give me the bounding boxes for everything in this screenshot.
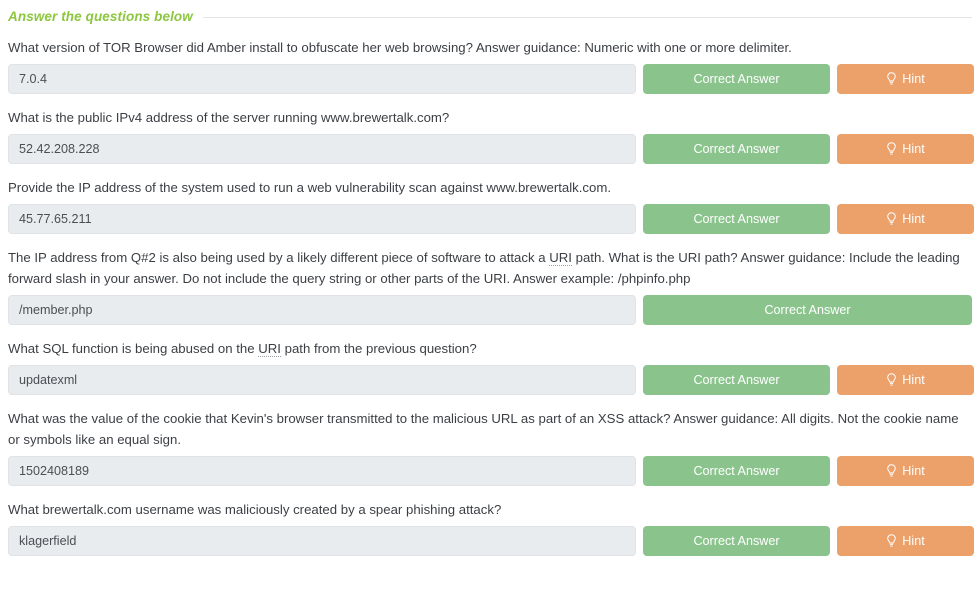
question-block-q3: Provide the IP address of the system use…: [8, 168, 974, 234]
question-prompt: What SQL function is being abused on the…: [8, 341, 477, 357]
correct-answer-label: Correct Answer: [693, 463, 780, 478]
correct-answer-label: Correct Answer: [693, 533, 780, 548]
question-block-q2: What is the public IPv4 address of the s…: [8, 98, 974, 164]
correct-answer-label: Correct Answer: [693, 71, 780, 86]
answer-input[interactable]: 1502408189: [8, 456, 636, 486]
section-legend-label: Answer the questions below: [8, 9, 193, 24]
question-prompt: What is the public IPv4 address of the s…: [8, 110, 450, 125]
answer-row: /member.php Correct Answer: [8, 295, 972, 325]
correct-answer-label: Correct Answer: [693, 141, 780, 156]
hint-button[interactable]: Hint: [837, 134, 974, 164]
correct-answer-label: Correct Answer: [764, 302, 851, 317]
hint-label: Hint: [902, 71, 925, 86]
answer-input[interactable]: updatexml: [8, 365, 636, 395]
hint-button[interactable]: Hint: [837, 204, 974, 234]
hint-label: Hint: [902, 533, 925, 548]
correct-answer-button[interactable]: Correct Answer: [643, 526, 830, 556]
question-prompt: What was the value of the cookie that Ke…: [8, 411, 959, 447]
answer-input[interactable]: /member.php: [8, 295, 636, 325]
answer-row: klagerfield Correct Answer Hint: [8, 526, 974, 556]
answer-input[interactable]: 7.0.4: [8, 64, 636, 94]
correct-answer-button[interactable]: Correct Answer: [643, 456, 830, 486]
correct-answer-label: Correct Answer: [693, 211, 780, 226]
lightbulb-icon: [886, 72, 897, 86]
question-block-q7: What brewertalk.com username was malicio…: [8, 490, 974, 556]
section-legend: Answer the questions below: [8, 0, 972, 28]
answer-row: 52.42.208.228 Correct Answer Hint: [8, 134, 974, 164]
answer-input[interactable]: klagerfield: [8, 526, 636, 556]
answer-row: updatexml Correct Answer Hint: [8, 365, 974, 395]
answer-input[interactable]: 52.42.208.228: [8, 134, 636, 164]
questions-container: What version of TOR Browser did Amber in…: [8, 28, 974, 556]
hint-label: Hint: [902, 463, 925, 478]
question-block-q1: What version of TOR Browser did Amber in…: [8, 28, 974, 94]
correct-answer-button[interactable]: Correct Answer: [643, 204, 830, 234]
hint-button[interactable]: Hint: [837, 456, 974, 486]
question-block-q6: What was the value of the cookie that Ke…: [8, 399, 974, 486]
correct-answer-button[interactable]: Correct Answer: [643, 64, 830, 94]
hint-label: Hint: [902, 141, 925, 156]
correct-answer-button[interactable]: Correct Answer: [643, 365, 830, 395]
answer-row: 45.77.65.211 Correct Answer Hint: [8, 204, 974, 234]
answer-row: 7.0.4 Correct Answer Hint: [8, 64, 974, 94]
quiz-form: Answer the questions below What version …: [0, 0, 980, 556]
question-prompt: The IP address from Q#2 is also being us…: [8, 250, 960, 286]
hint-label: Hint: [902, 211, 925, 226]
hint-button[interactable]: Hint: [837, 64, 974, 94]
question-block-q4: The IP address from Q#2 is also being us…: [8, 238, 972, 325]
question-prompt: What version of TOR Browser did Amber in…: [8, 40, 792, 55]
answer-row: 1502408189 Correct Answer Hint: [8, 456, 974, 486]
lightbulb-icon: [886, 464, 897, 478]
question-prompt: Provide the IP address of the system use…: [8, 180, 612, 195]
answer-input[interactable]: 45.77.65.211: [8, 204, 636, 234]
lightbulb-icon: [886, 534, 897, 548]
correct-answer-button[interactable]: Correct Answer: [643, 295, 972, 325]
hint-button[interactable]: Hint: [837, 526, 974, 556]
correct-answer-button[interactable]: Correct Answer: [643, 134, 830, 164]
correct-answer-label: Correct Answer: [693, 372, 780, 387]
legend-divider: [202, 17, 972, 18]
question-block-q5: What SQL function is being abused on the…: [8, 329, 974, 395]
lightbulb-icon: [886, 212, 897, 226]
lightbulb-icon: [886, 142, 897, 156]
hint-label: Hint: [902, 372, 925, 387]
question-prompt: What brewertalk.com username was malicio…: [8, 502, 502, 517]
hint-button[interactable]: Hint: [837, 365, 974, 395]
lightbulb-icon: [886, 373, 897, 387]
